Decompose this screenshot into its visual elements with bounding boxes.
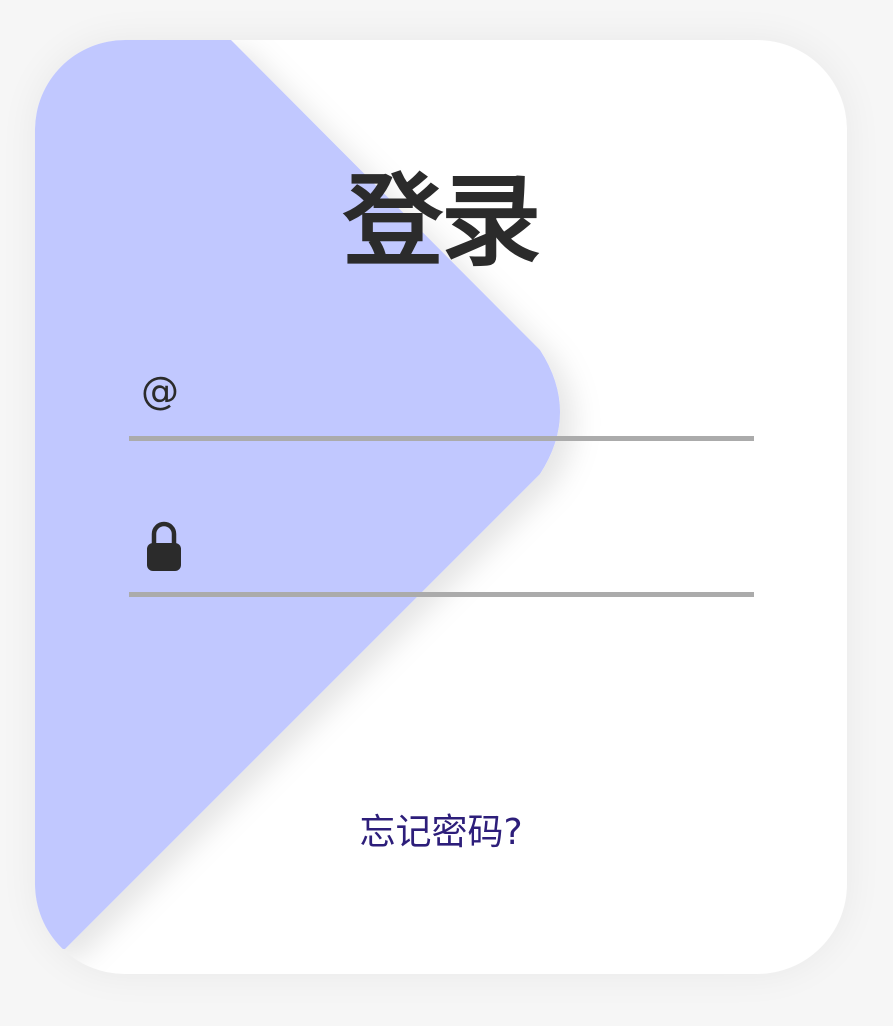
lock-icon [145, 519, 183, 577]
at-sign-icon: @ [141, 369, 179, 413]
login-card: 登录 @ 忘记密码? [35, 40, 847, 974]
page-title: 登录 [343, 163, 541, 280]
email-input[interactable] [199, 378, 754, 430]
forgot-password-link[interactable]: 忘记密码? [35, 808, 847, 858]
password-field[interactable] [129, 512, 754, 597]
password-input[interactable] [199, 534, 754, 586]
email-field[interactable]: @ [129, 356, 754, 441]
